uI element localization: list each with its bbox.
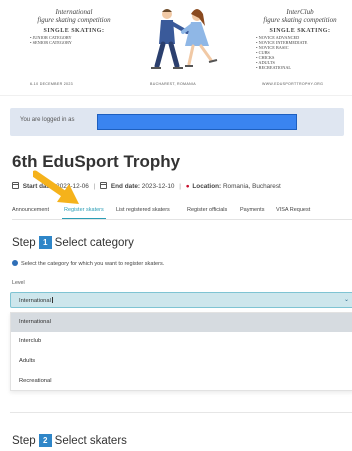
step-word: Step	[12, 237, 36, 249]
calendar-icon	[12, 182, 19, 189]
step-title: Select category	[54, 237, 134, 249]
pointer-arrow-icon	[33, 170, 79, 204]
step-2-heading: Step 2 Select skaters	[12, 434, 127, 447]
level-option-adults[interactable]: Adults	[11, 352, 352, 371]
step-1-heading: Step 1 Select category	[12, 236, 134, 249]
text-cursor	[51, 297, 53, 303]
level-select[interactable]: International ⌄	[10, 292, 352, 308]
tab-list-registered-skaters[interactable]: List registered skaters	[116, 207, 170, 213]
category-hint-text: Select the category for which you want t…	[21, 261, 165, 267]
banner-dates: 6-10 December 2023	[30, 82, 73, 86]
banner-venue: Bucharest, Romania	[150, 82, 196, 86]
banner-website: www.edusporttrophy.org	[262, 82, 324, 86]
step-title: Select skaters	[54, 435, 127, 447]
step-word: Step	[12, 435, 36, 447]
logged-in-alert: You are logged in as	[10, 108, 344, 136]
event-banner: International figure skating competition…	[0, 0, 352, 96]
banner-left-line: Senior category	[30, 40, 124, 45]
banner-left-column: International figure skating competition…	[24, 8, 124, 45]
level-select-value: International	[19, 297, 53, 304]
section-divider	[10, 412, 352, 413]
banner-right-lines: Novice advanced Novice intermediate Novi…	[250, 35, 350, 70]
meta-separator: |	[179, 183, 181, 190]
banner-right-script: InterClub figure skating competition	[263, 8, 337, 24]
redacted-username	[97, 114, 297, 130]
step-number-badge: 1	[38, 236, 52, 249]
level-option-international[interactable]: International	[11, 313, 352, 332]
banner-left-lines: Junior category Senior category	[24, 35, 124, 45]
skaters-illustration	[151, 9, 218, 69]
tab-register-officials[interactable]: Register officials	[187, 207, 227, 213]
logged-in-text: You are logged in as	[20, 117, 75, 123]
page-title: 6th EduSport Trophy	[12, 152, 181, 171]
calendar-icon	[100, 182, 108, 189]
category-hint: Select the category for which you want t…	[12, 260, 164, 267]
level-label: Level	[12, 280, 25, 286]
banner-right-column: InterClub figure skating competition SIN…	[250, 8, 350, 70]
chevron-down-icon[interactable]: ⌄	[344, 296, 349, 303]
level-option-recreational[interactable]: Recreational	[11, 372, 352, 391]
level-select-value-text: International	[19, 298, 51, 304]
info-icon	[12, 260, 18, 266]
banner-right-line: Recreational	[256, 65, 350, 70]
banner-left-script: International figure skating competition	[37, 8, 111, 24]
location-value: Romania, Bucharest	[222, 183, 281, 190]
end-date-label: End date:	[110, 183, 141, 190]
banner-left-heading: SINGLE SKATING:	[43, 28, 105, 34]
end-date-value: 2023-12-10	[141, 183, 175, 190]
meta-separator: |	[93, 183, 96, 190]
tab-visa-request[interactable]: VISA Request	[276, 207, 310, 213]
level-option-interclub[interactable]: Interclub	[11, 332, 352, 351]
step-number-badge: 2	[38, 434, 52, 447]
banner-right-heading: SINGLE SKATING:	[269, 28, 331, 34]
location-pin-icon: ●	[185, 183, 190, 190]
level-dropdown: International Interclub Adults Recreatio…	[10, 312, 352, 391]
tab-payments[interactable]: Payments	[240, 207, 264, 213]
location-label: Location:	[192, 183, 222, 190]
